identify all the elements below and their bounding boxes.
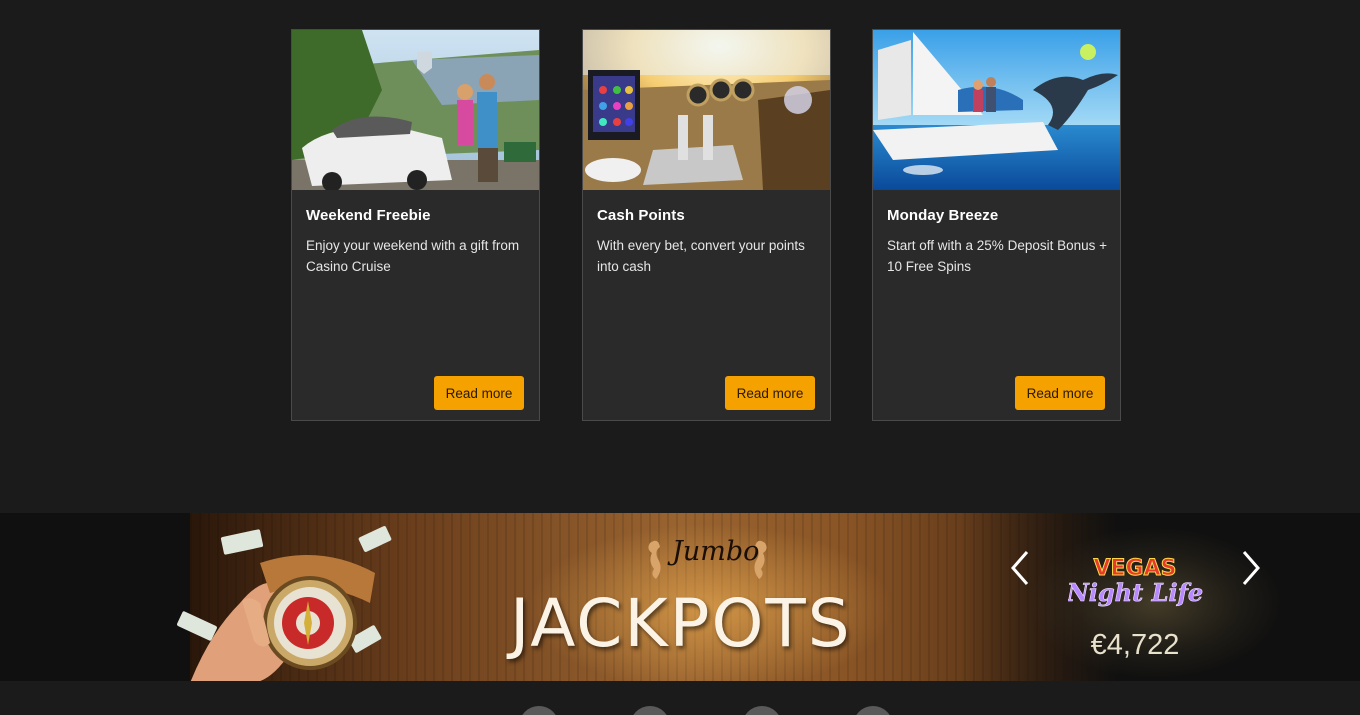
- promo-card-cash-points: Cash Points With every bet, convert your…: [582, 29, 831, 421]
- jackpot-amount: €4,722: [1090, 629, 1180, 661]
- footer-circle-icon[interactable]: [519, 706, 559, 715]
- footer-circle-icon[interactable]: [630, 706, 670, 715]
- read-more-button[interactable]: Read more: [1015, 376, 1105, 410]
- promo-card-monday-breeze: Monday Breeze Start off with a 25% Depos…: [872, 29, 1121, 421]
- promo-image-cockpit[interactable]: [583, 30, 830, 190]
- promo-description: Enjoy your weekend with a gift from Casi…: [306, 238, 520, 274]
- read-more-button[interactable]: Read more: [434, 376, 524, 410]
- page: Weekend Freebie Enjoy your weekend with …: [0, 0, 1360, 715]
- promo-title: Monday Breeze: [887, 207, 999, 224]
- footer-circle-icon[interactable]: [853, 706, 893, 715]
- promo-card-weekend-freebie: Weekend Freebie Enjoy your weekend with …: [291, 29, 540, 421]
- jackpot-tagline: Jumbo: [672, 536, 760, 567]
- chevron-left-icon[interactable]: [1005, 548, 1035, 588]
- footer-circle-icon[interactable]: [742, 706, 782, 715]
- promo-image-sailboat[interactable]: [873, 30, 1120, 190]
- chevron-right-icon[interactable]: [1236, 548, 1266, 588]
- promo-title: Weekend Freebie: [306, 207, 431, 224]
- jackpot-banner: Jumbo JACKPOTS VEGAS Night Life €4,722: [0, 513, 1360, 681]
- vegas-night-life-logo[interactable]: VEGAS Night Life: [1068, 551, 1203, 613]
- promo-description: Start off with a 25% Deposit Bonus + 10 …: [887, 238, 1108, 274]
- promo-title: Cash Points: [597, 207, 685, 224]
- compass-hand-icon: [177, 526, 392, 681]
- promo-description: With every bet, convert your points into…: [597, 238, 805, 274]
- read-more-button[interactable]: Read more: [725, 376, 815, 410]
- svg-text:Night Life: Night Life: [1068, 578, 1203, 607]
- promo-image-couple-car[interactable]: [292, 30, 539, 190]
- jackpot-heading: JACKPOTS: [510, 585, 852, 662]
